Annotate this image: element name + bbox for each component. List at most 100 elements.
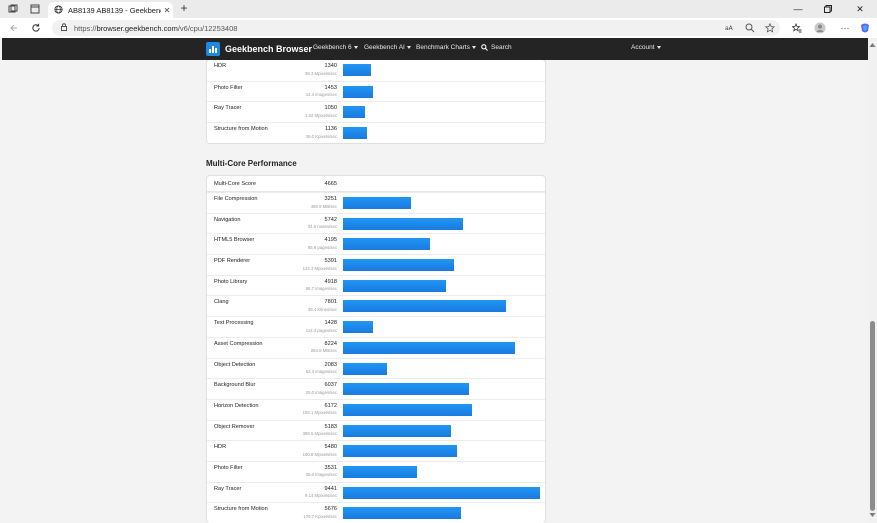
scroll-down-icon[interactable]	[869, 512, 876, 518]
back-icon[interactable]	[7, 21, 21, 35]
benchmark-score: 3251	[324, 196, 337, 202]
benchmark-row: Text Processing 1428 114.4 pages/sec	[207, 316, 545, 337]
site-info-icon[interactable]	[60, 23, 68, 33]
benchmark-throughput: 62.3 images/sec	[305, 369, 337, 374]
multi-core-section-title: Multi-Core Performance	[206, 159, 297, 168]
score-bar	[343, 403, 472, 416]
benchmark-throughput: 160.8 Mpixels/sec	[302, 451, 337, 457]
menu-account-label: Account	[631, 44, 655, 51]
score-bar	[343, 486, 540, 499]
workspaces-icon[interactable]	[6, 2, 20, 16]
url-path: /v6/cpu/12253408	[177, 23, 238, 33]
benchmark-name: Structure from Motion	[214, 506, 268, 513]
page-content: HDR 1340 39.3 Mpixels/sec Photo Filter 1453 1…	[2, 60, 868, 523]
benchmark-score: 1453	[324, 84, 337, 91]
brand-link[interactable]: Geekbench Browser	[206, 42, 312, 56]
menu-geekbench-ai[interactable]: Geekbench AI	[364, 44, 411, 51]
benchmark-throughput: 25.0 images/sec	[305, 389, 337, 395]
benchmark-row: Structure from Motion 5676 179.7 Kpixels/s…	[207, 502, 545, 523]
score-bar	[343, 279, 446, 292]
close-window-icon[interactable]: ✕	[846, 0, 874, 18]
benchmark-score: 7801	[324, 299, 337, 306]
multi-core-score-row: Multi-Core Score 4665	[207, 176, 545, 192]
menu-geekbench6-label: Geekbench 6	[313, 44, 352, 51]
benchmark-score: 9441	[324, 485, 337, 492]
benchmark-name: Background Blur	[214, 382, 256, 389]
site-header: Geekbench Browser Geekbench 6 Geekbench …	[2, 38, 868, 60]
benchmark-score: 1050	[324, 105, 337, 112]
score-bar	[343, 127, 367, 140]
benchmark-name: Photo Library	[214, 278, 248, 285]
restore-icon[interactable]	[814, 0, 842, 18]
read-aloud-icon[interactable]: aA	[723, 21, 737, 35]
caret-down-icon	[406, 45, 411, 49]
refresh-icon[interactable]	[29, 21, 43, 35]
multi-core-score-label: Multi-Core Score	[214, 181, 256, 187]
menu-benchmark-charts-label: Benchmark Charts	[416, 44, 470, 51]
search-icon	[481, 44, 488, 51]
benchmark-row: Navigation 5742 34.6 routes/sec	[207, 212, 545, 234]
benchmark-throughput: 179.7 Kpixels/sec	[303, 513, 337, 519]
favorites-icon[interactable]	[790, 21, 804, 35]
score-bar	[343, 259, 454, 272]
benchmark-row: HTML5 Browser 4195 85.9 pages/sec	[207, 233, 545, 254]
benchmark-score: 6172	[324, 402, 337, 409]
more-options-icon[interactable]: ···	[838, 21, 852, 35]
favorite-star-icon[interactable]	[763, 21, 777, 35]
zoom-icon[interactable]	[743, 21, 757, 35]
benchmark-name: Ray Tracer	[214, 485, 242, 492]
benchmark-row: Ray Tracer 9441 9.14 Mpixels/sec	[207, 481, 545, 503]
benchmark-name: Object Remover	[214, 423, 255, 430]
menu-account[interactable]: Account	[631, 44, 661, 51]
scrollbar-thumb[interactable]	[870, 321, 875, 511]
benchmark-name: HDR	[214, 444, 227, 451]
profile-avatar-icon[interactable]	[813, 21, 827, 35]
svg-text:aA: aA	[725, 25, 734, 32]
score-bar	[343, 362, 387, 375]
address-bar-row: https://browser.geekbench.com/v6/cpu/122…	[0, 18, 877, 38]
benchmark-name: Clang	[214, 299, 229, 306]
benchmark-throughput: 35.0 images/sec	[305, 472, 337, 478]
benchmark-row: Object Remover 5183 398.5 Mpixels/sec	[207, 419, 545, 441]
benchmark-row: Horizon Detection 6172 192.1 Mpixels/sec	[207, 398, 545, 420]
benchmark-throughput: 9.14 Mpixels/sec	[304, 493, 337, 499]
benchmark-row: Photo Filter 3531 35.0 images/sec	[207, 460, 545, 482]
score-bar	[343, 465, 417, 478]
scroll-up-icon[interactable]	[869, 42, 876, 48]
benchmark-score: 5301	[324, 258, 337, 265]
caret-down-icon	[471, 45, 476, 49]
benchmark-name: HTML5 Browser	[214, 237, 255, 244]
browser-tab-active[interactable]: AB8139 AB8139 - Geekbench ✕	[48, 2, 173, 18]
menu-geekbench6[interactable]: Geekbench 6	[313, 44, 358, 51]
benchmark-row: Background Blur 6037 25.0 images/sec	[207, 378, 545, 399]
benchmark-name: Asset Compression	[214, 340, 263, 347]
new-tab-icon[interactable]: +	[177, 2, 191, 16]
url-field[interactable]: https://browser.geekbench.com/v6/cpu/122…	[52, 20, 780, 36]
benchmark-name: Photo Filter	[214, 84, 243, 91]
benchmark-throughput: 66.7 images/sec	[305, 286, 337, 292]
benchmark-throughput: 36.0 Kpixels/sec	[305, 133, 337, 139]
benchmark-name: Ray Tracer	[214, 105, 242, 112]
score-bar	[343, 507, 461, 520]
caret-down-icon	[656, 45, 661, 49]
benchmark-name: HDR	[214, 63, 227, 69]
copilot-icon[interactable]	[858, 21, 872, 35]
menu-geekbench-ai-label: Geekbench AI	[364, 44, 405, 51]
vertical-tabs-icon[interactable]	[28, 2, 42, 16]
benchmark-row: Object Detection 2083 62.3 images/sec	[207, 357, 545, 379]
multi-core-score-value: 4665	[324, 181, 337, 187]
multi-core-card: Multi-Core Score 4665 File Compression 32…	[206, 175, 546, 523]
benchmark-throughput: 14.4 images/sec	[305, 92, 337, 98]
benchmark-score: 4195	[324, 237, 337, 244]
minimize-icon[interactable]: —	[784, 0, 812, 18]
single-core-card-partial: HDR 1340 39.3 Mpixels/sec Photo Filter 1453 1…	[206, 60, 546, 144]
benchmark-name: Text Processing	[214, 320, 254, 327]
benchmark-throughput: 85.9 pages/sec	[307, 244, 337, 250]
score-bar	[343, 217, 463, 230]
tab-close-icon[interactable]: ✕	[161, 6, 173, 15]
menu-search[interactable]: Search	[481, 44, 512, 51]
benchmark-name: Navigation	[214, 216, 241, 223]
benchmark-row: HDR 1340 39.3 Mpixels/sec	[207, 60, 545, 81]
page-scrollbar[interactable]	[868, 38, 877, 523]
menu-benchmark-charts[interactable]: Benchmark Charts	[416, 44, 476, 51]
